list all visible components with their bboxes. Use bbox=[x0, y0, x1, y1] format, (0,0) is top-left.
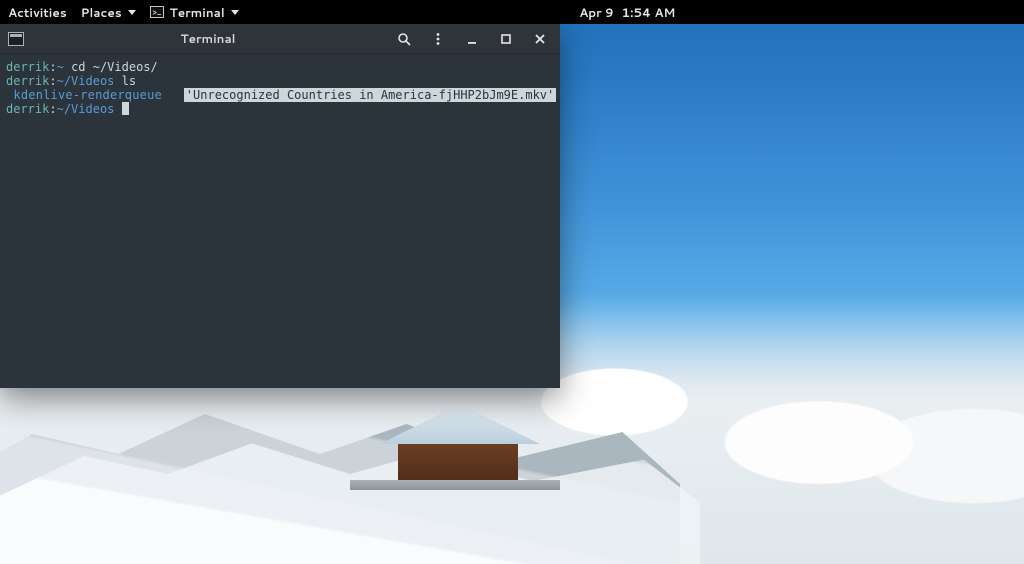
minimize-button[interactable] bbox=[458, 28, 486, 50]
prompt-path: ~ bbox=[57, 60, 64, 74]
chevron-down-icon bbox=[128, 10, 136, 15]
terminal-cursor bbox=[122, 102, 129, 115]
window-title: Terminal bbox=[32, 30, 384, 47]
window-app-icon bbox=[6, 30, 26, 48]
clock[interactable]: Apr 9 1:54 AM bbox=[579, 4, 675, 21]
gnome-topbar: Activities Places >_ Terminal Apr 9 1:54… bbox=[0, 0, 1024, 24]
app-menu-label: Terminal bbox=[170, 4, 225, 21]
terminal-window: Terminal derrik:~ cd ~/Videos/ derrik:~/… bbox=[0, 24, 560, 388]
prompt-user: derrik bbox=[6, 60, 49, 74]
chevron-down-icon bbox=[231, 10, 239, 15]
menu-button[interactable] bbox=[424, 28, 452, 50]
prompt-path: ~/Videos bbox=[57, 74, 115, 88]
cmd-line: ls bbox=[122, 74, 136, 88]
activities-label: Activities bbox=[8, 4, 67, 21]
kebab-icon bbox=[431, 32, 445, 46]
titlebar[interactable]: Terminal bbox=[0, 24, 560, 54]
search-button[interactable] bbox=[390, 28, 418, 50]
prompt-sep: : bbox=[49, 60, 56, 74]
terminal-body[interactable]: derrik:~ cd ~/Videos/ derrik:~/Videos ls… bbox=[0, 54, 560, 388]
close-icon bbox=[533, 32, 547, 46]
cmd-line: cd ~/Videos/ bbox=[71, 60, 158, 74]
clock-time: 1:54 AM bbox=[622, 4, 676, 21]
terminal-icon: >_ bbox=[150, 6, 164, 18]
search-icon bbox=[397, 32, 411, 46]
prompt-user: derrik bbox=[6, 74, 49, 88]
prompt-user: derrik bbox=[6, 102, 49, 116]
wallpaper-house bbox=[380, 404, 540, 484]
places-label: Places bbox=[81, 4, 122, 21]
maximize-button[interactable] bbox=[492, 28, 520, 50]
places-menu[interactable]: Places bbox=[81, 4, 136, 21]
app-menu-terminal[interactable]: >_ Terminal bbox=[150, 4, 239, 21]
prompt-sep: : bbox=[49, 102, 56, 116]
minimize-icon bbox=[465, 32, 479, 46]
clock-date: Apr 9 bbox=[579, 4, 613, 21]
activities-button[interactable]: Activities bbox=[8, 4, 67, 21]
close-button[interactable] bbox=[526, 28, 554, 50]
ls-entry-file-highlighted: 'Unrecognized Countries in America-fjHHP… bbox=[184, 88, 556, 102]
prompt-path: ~/Videos bbox=[57, 102, 115, 116]
prompt-sep: : bbox=[49, 74, 56, 88]
maximize-icon bbox=[499, 32, 513, 46]
ls-entry-dir: kdenlive-renderqueue bbox=[6, 88, 169, 102]
